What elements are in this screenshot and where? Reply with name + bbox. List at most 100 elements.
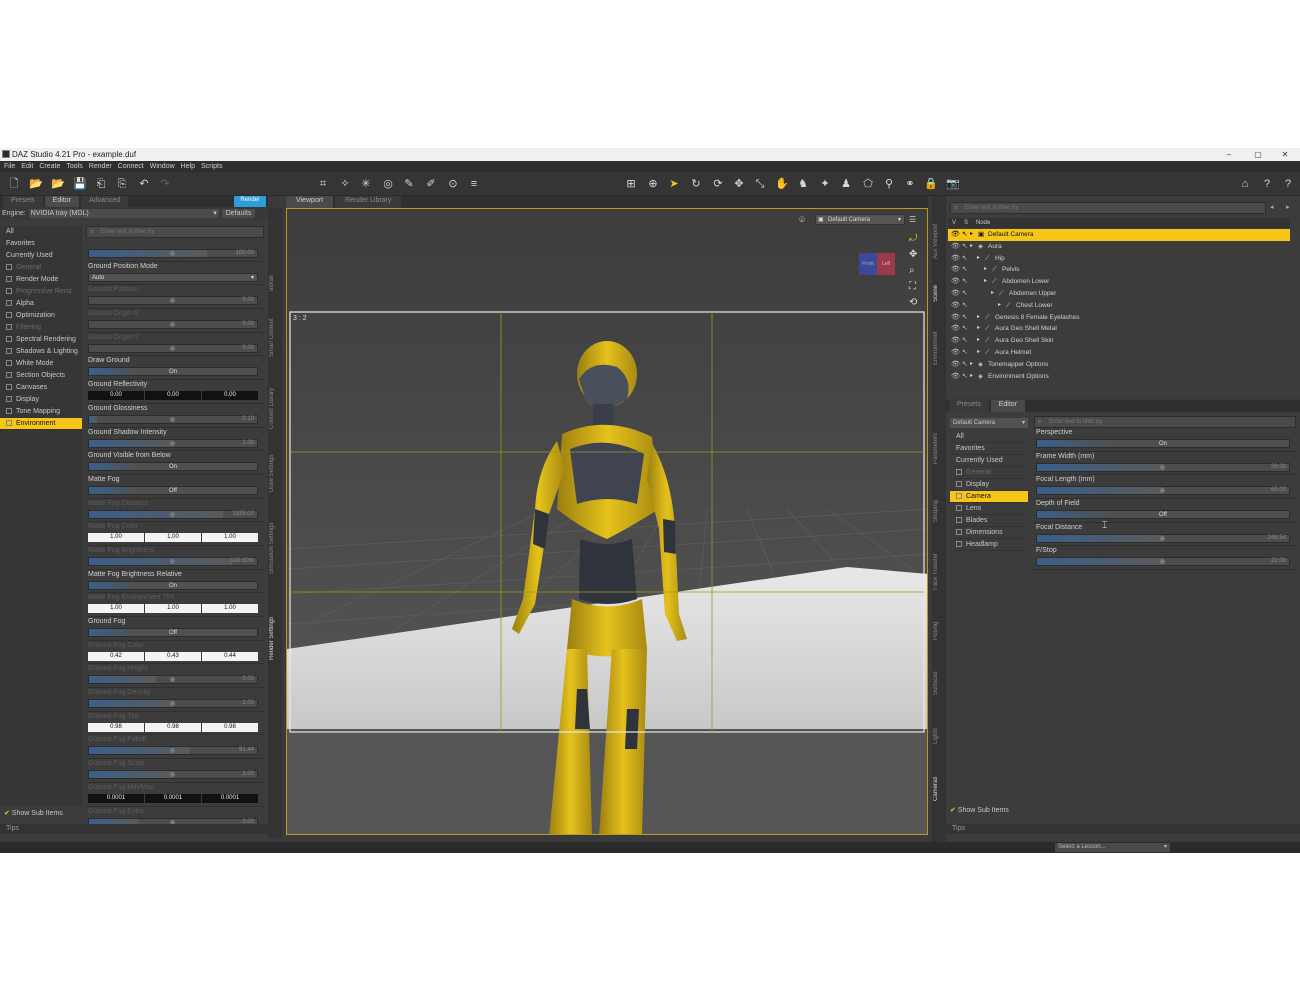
vtab-smart-content[interactable]: Smart Content <box>269 308 281 368</box>
property-color-fields[interactable]: 0.00 0.00 0.00 <box>88 391 258 401</box>
scene-back-icon[interactable]: ◂ <box>1270 203 1274 211</box>
param-category-item[interactable]: Currently Used <box>950 455 1028 467</box>
color-channel-field[interactable]: 0.44 <box>202 651 258 661</box>
expand-arrow-icon[interactable]: ▸ <box>984 264 987 276</box>
expand-arrow-icon[interactable]: ▸ <box>991 288 994 300</box>
menu-tools[interactable]: Tools <box>66 163 82 170</box>
color-channel-field[interactable]: 0.00 <box>145 391 201 401</box>
scene-node[interactable]: 👁 ↖ ▸ ◈ Aura <box>948 241 1290 253</box>
translate-tool-icon[interactable]: ✥ <box>732 177 746 191</box>
scene-node[interactable]: 👁 ↖ ▸ ⟋ Aura Geo Shell Skin <box>948 335 1290 347</box>
expand-arrow-icon[interactable]: ▸ <box>970 241 973 253</box>
pin-icon[interactable]: ⚲ <box>882 177 896 191</box>
render-settings-icon[interactable]: ⌗ <box>316 177 330 191</box>
render-category-item[interactable]: General <box>0 262 82 274</box>
property-slider[interactable]: 0.10 <box>88 414 258 424</box>
camera-view-icon[interactable]: ⌾ <box>799 215 805 226</box>
import-icon[interactable]: ⎗ <box>94 177 108 191</box>
color-channel-field[interactable]: 0.0001 <box>88 793 144 803</box>
property-color-fields[interactable]: 1.00 1.00 1.00 <box>88 533 258 543</box>
close-button[interactable]: ✕ <box>1278 149 1292 160</box>
render-button[interactable]: Render <box>234 196 266 207</box>
expand-arrow-icon[interactable]: ▸ <box>984 276 987 288</box>
render-category-item[interactable]: Filtering <box>0 322 82 334</box>
render-category-item[interactable]: Tone Mapping <box>0 406 82 418</box>
show-sub-items-row[interactable]: ✔ Show Sub Items <box>0 808 268 820</box>
pose-tool-icon[interactable]: ✋ <box>775 177 789 191</box>
frame-icon[interactable]: ⛶ <box>909 281 916 292</box>
render-category-item[interactable]: Favorites <box>0 238 82 250</box>
param-category-item[interactable]: Headlamp <box>950 539 1028 551</box>
vtab-surfaces[interactable]: Surfaces <box>933 661 945 706</box>
view-cube-front[interactable]: Front <box>859 253 877 275</box>
node-select-icon[interactable]: ✳ <box>359 177 373 191</box>
slider-knob[interactable] <box>170 677 175 683</box>
property-toggle[interactable]: On <box>88 462 258 472</box>
viewport-menu-icon[interactable]: ☰ <box>909 215 916 224</box>
color-channel-field[interactable]: 0.98 <box>202 722 258 732</box>
new-file-icon[interactable]: 🗋 <box>7 177 21 191</box>
visibility-eye-icon[interactable]: 👁 ↖ <box>951 241 968 253</box>
vtab-face-transfer[interactable]: Face Transfer <box>933 541 945 601</box>
tab-param-presets[interactable]: Presets <box>949 400 989 412</box>
scene-node[interactable]: 👁 ↖ ▸ ⟋ Pelvis <box>948 264 1290 276</box>
param-category-item[interactable]: Dimensions <box>950 527 1028 539</box>
render-category-item[interactable]: Currently Used <box>0 250 82 262</box>
color-channel-field[interactable]: 0.43 <box>145 651 201 661</box>
param-category-item[interactable]: Blades <box>950 515 1028 527</box>
active-pose-icon[interactable]: ✦ <box>818 177 832 191</box>
scene-forward-icon[interactable]: ▸ <box>1286 203 1290 211</box>
color-channel-field[interactable]: 1.00 <box>88 604 144 614</box>
color-channel-field[interactable]: 1.00 <box>145 604 201 614</box>
render-category-item[interactable]: Display <box>0 394 82 406</box>
scene-node[interactable]: 👁 ↖ ▸ ⟋ Abdomen Lower <box>948 276 1290 288</box>
orbit-icon[interactable]: ⤾ <box>909 233 917 244</box>
vtab-cameras[interactable]: Cameras <box>933 766 945 811</box>
lesson-select[interactable]: Select a Lesson... ▾ <box>1055 843 1170 852</box>
view-cube-left[interactable]: Left <box>877 253 895 275</box>
merge-file-icon[interactable]: 📂 <box>51 177 65 191</box>
view-cube[interactable]: Front Left <box>859 249 899 279</box>
scene-node[interactable]: 👁 ↖ ▸ ⟋ Abdomen Upper <box>948 288 1290 300</box>
property-slider[interactable]: 65.00 <box>1036 486 1290 496</box>
param-category-item[interactable]: Display <box>950 479 1028 491</box>
undo-icon[interactable]: ↶ <box>137 177 151 191</box>
param-category-item[interactable]: General <box>950 467 1028 479</box>
property-slider[interactable]: 0.00 <box>88 320 258 330</box>
scene-node[interactable]: 👁 ↖ ▸ ⟋ Aura Helmet <box>948 347 1290 359</box>
expand-arrow-icon[interactable]: ▸ <box>970 371 973 383</box>
zoom-icon[interactable]: ⌕ <box>909 265 915 276</box>
geometry-editor-icon[interactable]: ✎ <box>402 177 416 191</box>
property-slider[interactable]: 0.00 <box>88 675 258 685</box>
property-color-fields[interactable]: 0.98 0.98 0.98 <box>88 722 258 732</box>
render-category-item[interactable]: Alpha <box>0 298 82 310</box>
expand-arrow-icon[interactable]: ▸ <box>998 300 1001 312</box>
param-node-select[interactable]: Default Camera ▾ <box>950 418 1028 428</box>
property-toggle[interactable]: Off <box>1036 510 1290 520</box>
tab-editor[interactable]: Editor <box>44 196 80 207</box>
tab-param-editor[interactable]: Editor <box>990 400 1026 412</box>
scene-node[interactable]: 👁 ↖ ▸ ⟋ Genesis 8 Female Eyelashes <box>948 312 1290 324</box>
vtab-simulation-settings[interactable]: Simulation Settings <box>269 508 281 588</box>
color-channel-field[interactable]: 0.42 <box>88 651 144 661</box>
render-category-item[interactable]: Spectral Rendering <box>0 334 82 346</box>
param-category-item[interactable]: All <box>950 431 1028 443</box>
redo-icon[interactable]: ↷ <box>158 177 172 191</box>
expand-arrow-icon[interactable]: ▸ <box>970 359 973 371</box>
vtab-content-library[interactable]: Content Library <box>269 378 281 438</box>
property-toggle[interactable]: On <box>88 580 258 590</box>
vtab-parameters[interactable]: Parameters <box>933 421 945 476</box>
menu-edit[interactable]: Edit <box>21 163 33 170</box>
expand-arrow-icon[interactable]: ▸ <box>977 347 980 359</box>
menu-file[interactable]: File <box>4 163 15 170</box>
property-dropdown[interactable]: Auto ▾ <box>88 272 258 282</box>
color-channel-field[interactable]: 0.0001 <box>202 793 258 803</box>
tab-advanced[interactable]: Advanced <box>81 196 129 207</box>
property-slider[interactable]: 22.00 <box>1036 557 1290 567</box>
vtab-render-settings[interactable]: Render Settings <box>269 608 281 668</box>
expand-arrow-icon[interactable]: ▸ <box>977 253 980 265</box>
slider-knob[interactable] <box>170 345 175 351</box>
visibility-eye-icon[interactable]: 👁 ↖ <box>951 264 968 276</box>
menu-render[interactable]: Render <box>89 163 112 170</box>
reset-view-icon[interactable]: ⟲ <box>909 297 917 308</box>
